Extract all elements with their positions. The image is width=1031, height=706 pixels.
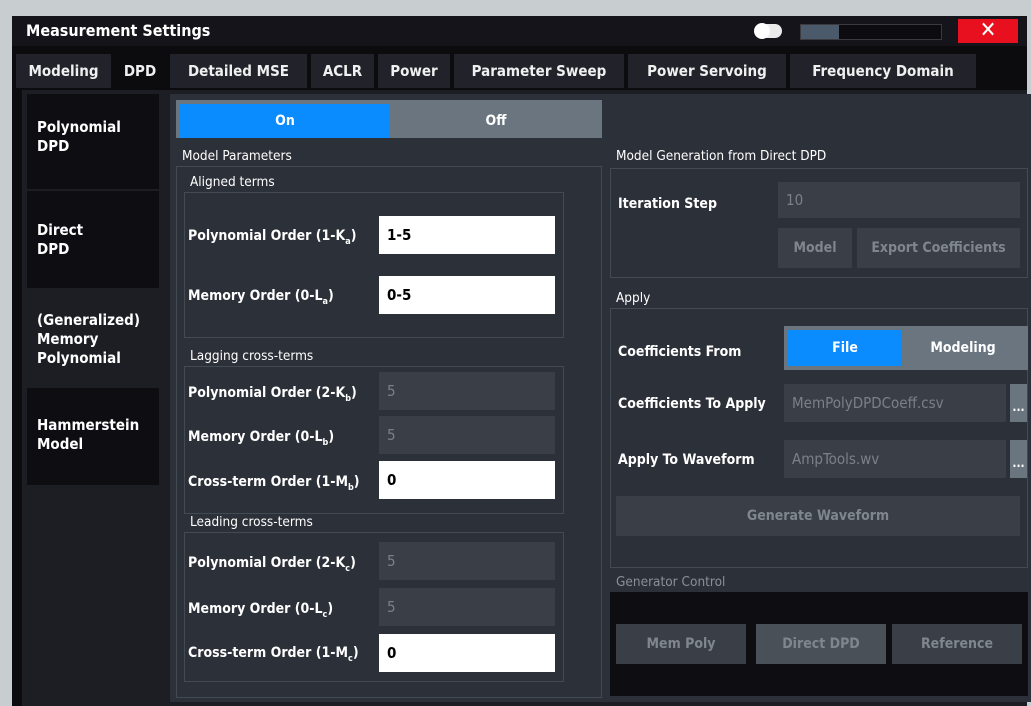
generator-control-title: Generator Control [616,574,726,590]
tab-label: ACLR [322,62,363,80]
title-bar: Measurement Settings ✕ [12,16,1027,46]
window-title: Measurement Settings [26,21,211,40]
subtab-label: Polynomial [37,349,121,367]
subtab-label: DPD [37,240,70,258]
tab-label: Detailed MSE [187,62,290,80]
lagging-poly-label: Polynomial Order (2-Kb) [188,385,357,404]
tab-power-servoing[interactable]: Power Servoing [628,54,786,88]
leading-poly-label: Polynomial Order (2-Kc) [188,555,356,574]
coefficients-from-label: Coefficients From [618,344,742,360]
subtab-direct-dpd[interactable]: Direct DPD [27,191,159,288]
subtab-hammerstein-model[interactable]: Hammerstein Model [27,388,159,485]
lagging-polynomial-order-field[interactable]: 5 [379,372,555,410]
subtab-label: Model [37,435,84,453]
lagging-cross-terms-title: Lagging cross-terms [190,348,314,364]
tab-dpd[interactable]: DPD [114,54,166,88]
leading-cross-label: Cross-term Order (1-Mc) [188,645,359,664]
leading-cross-terms-title: Leading cross-terms [190,514,313,530]
tab-label: Modeling [28,62,99,80]
aligned-mem-label: Memory Order (0-La) [188,288,334,307]
lagging-cross-label: Cross-term Order (1-Mb) [188,474,360,493]
leading-polynomial-order-field[interactable]: 5 [379,542,555,580]
iteration-step-label: Iteration Step [618,196,717,212]
aligned-terms-title: Aligned terms [190,174,275,190]
browse-coefficients-button[interactable]: ... [1010,384,1027,422]
subtab-label: Hammerstein [37,416,140,434]
subtab-generalized-memory-polynomial[interactable]: (Generalized) Memory Polynomial [27,290,159,386]
apply-to-waveform-label: Apply To Waveform [618,452,755,468]
apply-to-waveform-field[interactable]: AmpTools.wv [784,440,1006,478]
subtab-label: Memory [37,330,99,348]
leading-cross-term-order-field[interactable]: 0 [379,634,555,672]
tab-detailed-mse[interactable]: Detailed MSE [170,54,307,88]
tab-aclr[interactable]: ACLR [311,54,374,88]
aligned-memory-order-field[interactable]: 0-5 [379,276,555,314]
tab-modeling[interactable]: Modeling [16,54,111,88]
lagging-memory-order-field[interactable]: 5 [379,416,555,454]
lagging-mem-label: Memory Order (0-Lb) [188,429,335,448]
dpd-panel: Polynomial DPD Direct DPD (Generalized) … [22,90,1031,706]
aligned-terms-group [184,192,564,338]
modeling-button[interactable]: Modeling [902,330,1024,366]
transparency-slider-fill [801,25,839,39]
file-label: File [832,340,858,356]
close-button[interactable]: ✕ [958,19,1018,43]
tab-label: Power [390,62,438,80]
direct-dpd-button[interactable]: Direct DPD [756,624,886,664]
browse-waveform-button[interactable]: ... [1010,440,1027,478]
export-coefficients-button[interactable]: Export Coefficients [857,228,1020,268]
measurement-settings-window: Measurement Settings ✕ Modeling DPD Deta… [0,0,1031,706]
coefficients-to-apply-label: Coefficients To Apply [618,396,766,412]
mem-poly-button[interactable]: Mem Poly [616,624,746,664]
more-icon: ... [1012,456,1025,470]
tab-label: DPD [123,62,157,80]
subtab-label: (Generalized) [37,311,141,329]
leading-mem-label: Memory Order (0-Lc) [188,601,334,620]
model-button[interactable]: Model [778,228,852,268]
reference-button[interactable]: Reference [892,624,1022,664]
modeling-label: Modeling [930,340,996,356]
coefficients-from-switch: File Modeling [784,326,1028,370]
tab-label: Parameter Sweep [471,62,607,80]
iteration-step-field[interactable]: 10 [778,182,1020,218]
coefficients-to-apply-field[interactable]: MemPolyDPDCoeff.csv [784,384,1006,422]
off-label: Off [485,113,507,129]
model-parameters-title: Model Parameters [182,148,292,164]
more-icon: ... [1012,400,1025,414]
subtab-label: Polynomial [37,118,121,136]
model-generation-title: Model Generation from Direct DPD [616,148,827,164]
close-icon: ✕ [979,18,997,43]
lagging-cross-term-order-field[interactable]: 0 [379,461,555,499]
subtab-label: Direct [37,221,84,239]
tab-label: Power Servoing [647,62,767,80]
dpd-on-off-switch: On Off [176,100,602,138]
subtab-label: DPD [37,137,70,155]
on-label: On [275,113,295,129]
tab-power[interactable]: Power [378,54,450,88]
off-button[interactable]: Off [390,104,602,138]
generate-waveform-button[interactable]: Generate Waveform [616,496,1020,536]
apply-title: Apply [616,290,651,306]
tab-parameter-sweep[interactable]: Parameter Sweep [454,54,624,88]
transparency-toggle[interactable] [754,23,782,39]
on-button[interactable]: On [180,104,390,138]
settings-pane: On Off Model Parameters Aligned terms Po… [170,94,1031,702]
aligned-poly-label: Polynomial Order (1-Ka) [188,228,357,247]
transparency-slider[interactable] [800,24,942,40]
aligned-polynomial-order-field[interactable]: 1-5 [379,216,555,254]
tab-frequency-domain[interactable]: Frequency Domain [790,54,976,88]
leading-memory-order-field[interactable]: 5 [379,588,555,626]
subtab-polynomial-dpd[interactable]: Polynomial DPD [27,94,159,189]
dialog-content: Modeling DPD Detailed MSE ACLR Power Par… [12,46,1031,706]
tab-label: Frequency Domain [812,62,954,80]
file-button[interactable]: File [788,330,902,366]
